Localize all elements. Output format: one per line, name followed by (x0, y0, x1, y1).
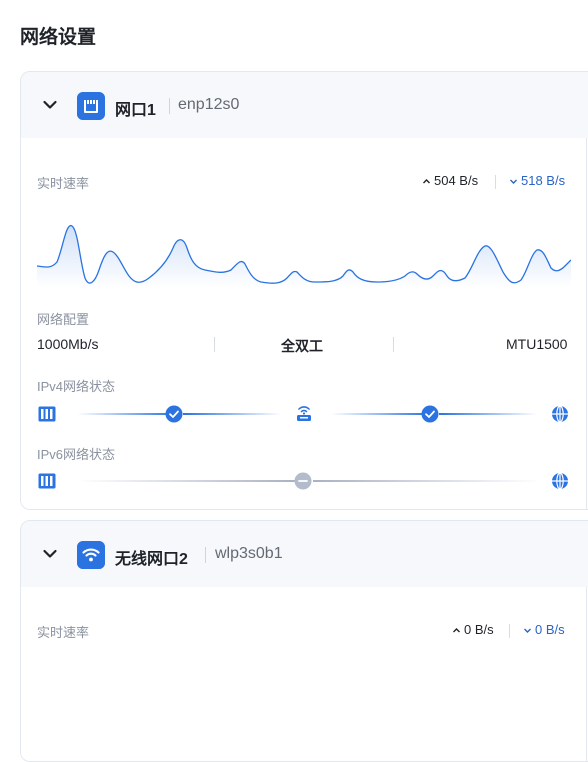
check-circle-icon (421, 405, 439, 423)
ipv4-link-segment (183, 413, 281, 415)
config-divider (393, 337, 394, 352)
upload-arrow-icon (453, 628, 460, 633)
ipv4-status-label: IPv4网络状态 (37, 379, 116, 394)
interface-name: 网口1 (115, 102, 156, 119)
page-title: 网络设置 (20, 27, 97, 48)
ipv6-link-segment (313, 480, 541, 482)
globe-icon (552, 405, 568, 423)
duplex-mode: 全双工 (281, 338, 323, 354)
mtu-value: MTU1500 (506, 336, 568, 352)
check-circle-icon (165, 405, 183, 423)
server-icon (38, 406, 56, 422)
interface-header-2[interactable]: 无线网口2 wlp3s0b1 (21, 521, 588, 587)
realtime-speed-label: 实时速率 (37, 625, 90, 640)
server-icon (38, 473, 56, 489)
network-config-label: 网络配置 (37, 312, 90, 327)
interface-body-2: 实时速率 0 B/s 0 B/s (21, 587, 587, 761)
upload-arrow-icon (423, 179, 430, 184)
ethernet-port-icon (77, 92, 105, 120)
ipv4-link-segment (77, 413, 175, 415)
router-icon (297, 406, 311, 421)
realtime-speed-label: 实时速率 (37, 176, 90, 191)
interface-device: wlp3s0b1 (215, 545, 283, 562)
header-divider (205, 547, 206, 563)
speed-divider (495, 175, 496, 189)
interface-body-1: 实时速率 504 B/s 518 B/s 网络配置 1000Mb/s 全双工 M… (21, 138, 587, 509)
interface-header-1[interactable]: 网口1 enp12s0 (21, 72, 588, 138)
ipv6-link-segment (77, 480, 295, 482)
interface-name: 无线网口2 (115, 551, 188, 568)
interface-card-2: 无线网口2 wlp3s0b1 实时速率 0 B/s 0 B/s (20, 520, 588, 762)
upload-speed: 504 B/s (422, 173, 478, 188)
download-arrow-icon (510, 179, 517, 185)
chevron-down-icon[interactable] (41, 545, 59, 563)
upload-speed: 0 B/s (452, 622, 494, 637)
download-speed: 518 B/s (509, 173, 565, 188)
speed-divider (509, 624, 510, 638)
wifi-icon (77, 541, 105, 569)
globe-icon (552, 472, 568, 490)
interface-device: enp12s0 (178, 96, 240, 113)
ipv4-link-segment (439, 413, 537, 415)
ipv6-status-label: IPv6网络状态 (37, 447, 116, 462)
link-speed: 1000Mb/s (37, 336, 99, 352)
minus-circle-icon (294, 472, 312, 490)
chevron-down-icon[interactable] (41, 96, 59, 114)
config-divider (214, 337, 215, 352)
interface-card-1: 网口1 enp12s0 实时速率 504 B/s 518 B/s 网络配置 10… (20, 71, 588, 510)
speed-sparkline (37, 225, 571, 288)
download-speed: 0 B/s (523, 622, 565, 637)
ipv4-link-segment (331, 413, 429, 415)
download-arrow-icon (524, 628, 531, 634)
header-divider (169, 98, 170, 114)
